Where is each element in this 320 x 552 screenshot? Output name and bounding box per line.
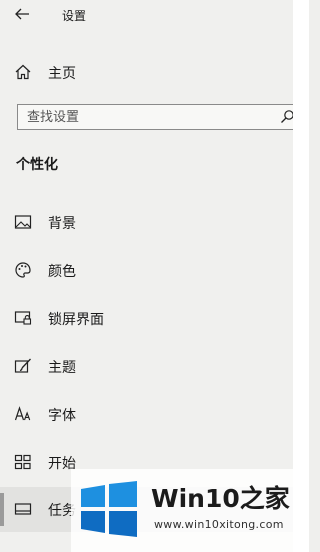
nav-item-home[interactable]: 主页 (0, 52, 293, 92)
lock-screen-icon (14, 311, 32, 325)
search-box[interactable] (17, 104, 294, 130)
nav-item-lock-screen[interactable]: 锁屏界面 (0, 298, 293, 338)
nav-label: 主题 (48, 360, 76, 376)
nav-item-fonts[interactable]: 字体 (0, 394, 293, 434)
nav-home-label: 主页 (48, 66, 76, 82)
picture-icon (14, 215, 32, 229)
window-title: 设置 (62, 9, 87, 23)
watermark-brand: Win10之家 (151, 484, 290, 513)
selection-indicator (0, 493, 4, 526)
section-title: 个性化 (16, 157, 58, 173)
nav-label: 锁屏界面 (48, 312, 104, 328)
nav-item-themes[interactable]: 主题 (0, 346, 293, 386)
nav-label: 颜色 (48, 264, 76, 280)
font-icon (14, 406, 31, 421)
watermark: Win10之家 www.win10xitong.com (71, 469, 309, 552)
brush-icon (14, 358, 31, 373)
nav-label: 背景 (48, 216, 76, 232)
taskbar-icon (14, 503, 32, 515)
home-icon (15, 64, 31, 80)
nav-label: 字体 (48, 408, 76, 424)
palette-icon (15, 262, 31, 278)
nav-item-background[interactable]: 背景 (0, 202, 293, 242)
back-arrow-icon[interactable] (12, 4, 32, 24)
search-input[interactable] (18, 105, 280, 129)
nav-item-colors[interactable]: 颜色 (0, 250, 293, 290)
search-icon[interactable] (280, 109, 294, 125)
windows-logo-icon (81, 481, 137, 537)
title-bar: 设置 (0, 0, 293, 32)
start-tiles-icon (14, 454, 31, 470)
watermark-url: www.win10xitong.com (154, 518, 284, 531)
